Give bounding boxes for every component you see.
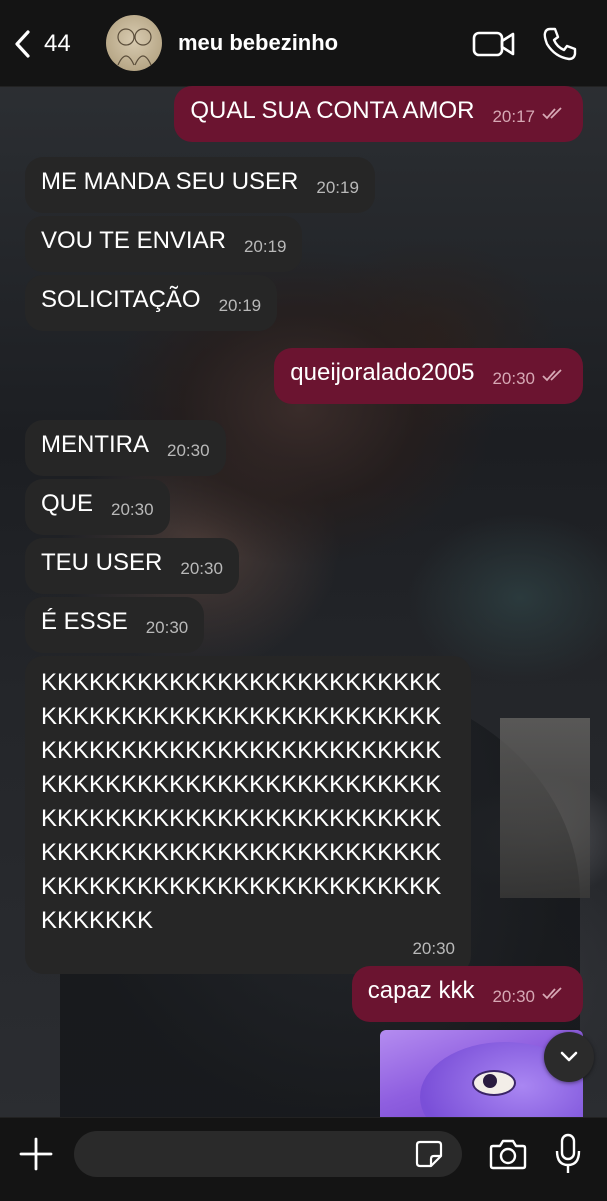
- image-pupil: [483, 1074, 497, 1088]
- message-incoming[interactable]: SOLICITAÇÃO 20:19: [25, 275, 278, 331]
- back-chevron-icon: [15, 30, 30, 58]
- read-ticks-icon: [542, 369, 562, 382]
- message-time: 20:19: [243, 237, 287, 256]
- message-incoming[interactable]: ME MANDA SEU USER 20:19: [25, 157, 375, 213]
- message-text: queijoralado2005: [290, 359, 475, 386]
- message-outgoing[interactable]: queijoralado2005 20:30: [274, 348, 583, 404]
- message-text: SOLICITAÇÃO: [41, 286, 201, 313]
- message-text: capaz kkk: [367, 977, 475, 1004]
- message-time: 20:30: [111, 500, 154, 519]
- message-time: 20:19: [218, 296, 262, 315]
- unread-count: 44: [44, 30, 71, 57]
- message-text: MENTIRA: [41, 431, 149, 458]
- video-call-icon[interactable]: [472, 28, 516, 60]
- plus-icon[interactable]: [18, 1136, 54, 1172]
- message-composer: [0, 1117, 607, 1201]
- camera-icon[interactable]: [489, 1138, 527, 1170]
- message-incoming[interactable]: MENTIRA 20:30: [25, 420, 226, 476]
- message-incoming[interactable]: VOU TE ENVIAR 20:19: [25, 216, 303, 272]
- read-ticks-icon: [542, 107, 562, 120]
- message-time: 20:30: [145, 618, 189, 637]
- message-outgoing[interactable]: capaz kkk 20:30: [351, 966, 583, 1022]
- wallpaper-poster: [500, 718, 590, 898]
- message-incoming[interactable]: TEU USER 20:30: [25, 538, 239, 594]
- message-time: 20:30: [492, 369, 535, 388]
- message-time: 20:19: [316, 178, 359, 197]
- scroll-to-bottom-button[interactable]: [544, 1032, 594, 1082]
- message-time: 20:17: [492, 107, 535, 126]
- message-text: VOU TE ENVIAR: [41, 227, 226, 254]
- message-time: 20:30: [180, 559, 223, 578]
- message-text: TEU USER: [41, 549, 163, 576]
- chat-header: 44 meu bebezinho: [0, 0, 607, 87]
- message-input[interactable]: [74, 1131, 462, 1177]
- message-incoming-long[interactable]: KKKKKKKKKKKKKKKKKKKKKKKKKKKKKKKKKKKKKKKK…: [25, 656, 471, 974]
- message-time: 20:30: [412, 939, 455, 958]
- avatar-drawing: [117, 28, 152, 66]
- read-ticks-icon: [542, 987, 562, 1000]
- phone-icon[interactable]: [542, 26, 578, 62]
- message-text: ME MANDA SEU USER: [41, 168, 299, 195]
- message-time: 20:30: [167, 441, 210, 460]
- avatar[interactable]: [106, 15, 162, 71]
- message-text: QUE: [41, 490, 94, 517]
- contact-name[interactable]: meu bebezinho: [178, 30, 338, 56]
- message-time: 20:30: [492, 987, 535, 1006]
- message-text: É ESSE: [41, 608, 128, 635]
- back-button[interactable]: 44: [12, 26, 71, 62]
- microphone-icon[interactable]: [555, 1133, 581, 1175]
- message-text: KKKKKKKKKKKKKKKKKKKKKKKKKKKKKKKKKKKKKKKK…: [41, 669, 442, 934]
- message-incoming[interactable]: QUE 20:30: [25, 479, 170, 535]
- chevron-down-icon: [560, 1051, 578, 1062]
- message-text: QUAL SUA CONTA AMOR: [190, 97, 475, 124]
- message-incoming[interactable]: É ESSE 20:30: [25, 597, 205, 653]
- sticker-icon[interactable]: [414, 1139, 444, 1169]
- message-outgoing[interactable]: QUAL SUA CONTA AMOR 20:17: [174, 86, 583, 142]
